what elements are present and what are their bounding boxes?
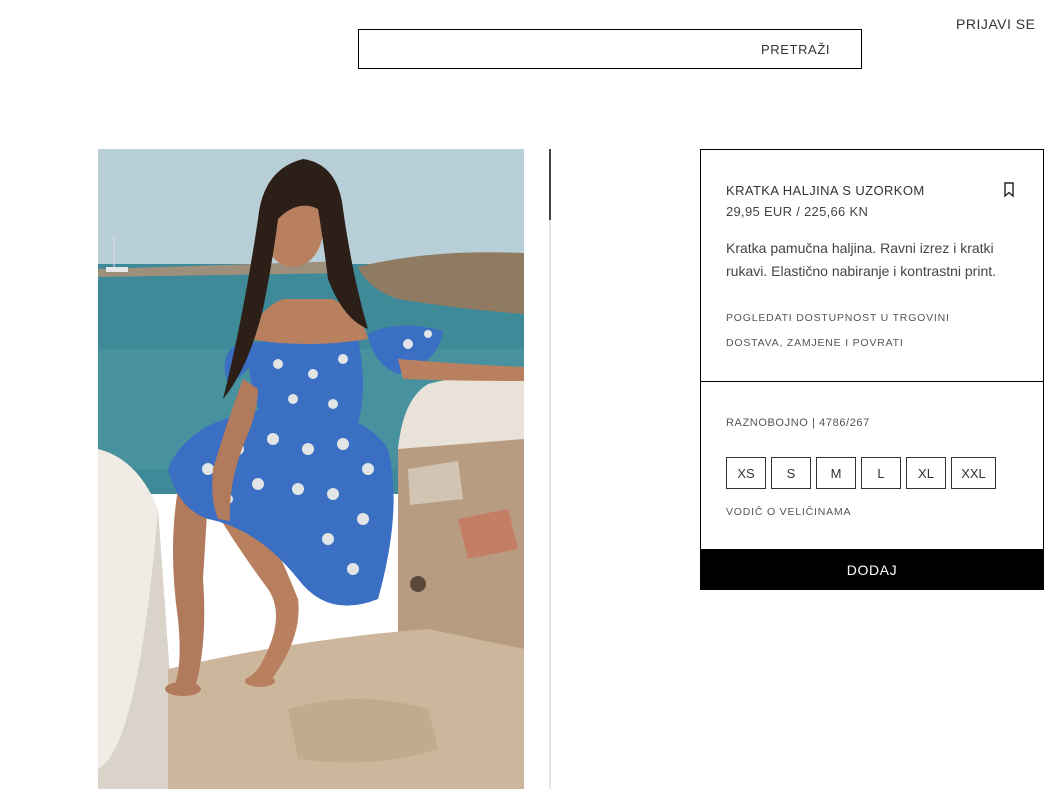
store-availability-link[interactable]: POGLEDATI DOSTUPNOST U TRGOVINI bbox=[726, 312, 950, 324]
image-scrollbar[interactable] bbox=[549, 149, 551, 789]
size-button-xl[interactable]: XL bbox=[906, 457, 946, 489]
size-button-m[interactable]: M bbox=[816, 457, 856, 489]
search-label: PRETRAŽI bbox=[761, 42, 831, 57]
size-button-xs[interactable]: XS bbox=[726, 457, 766, 489]
size-panel: RAZNOBOJNO | 4786/267 XS S M L XL XXL VO… bbox=[700, 381, 1044, 550]
size-button-xxl[interactable]: XXL bbox=[951, 457, 996, 489]
size-button-s[interactable]: S bbox=[771, 457, 811, 489]
product-info-panel: KRATKA HALJINA S UZORKOM 29,95 EUR / 225… bbox=[700, 149, 1044, 382]
add-to-cart-button[interactable]: DODAJ bbox=[700, 549, 1044, 590]
login-link[interactable]: PRIJAVI SE bbox=[956, 16, 1035, 32]
search-bar[interactable]: PRETRAŽI bbox=[358, 29, 862, 69]
product-price: 29,95 EUR / 225,66 KN bbox=[726, 204, 869, 219]
product-image[interactable] bbox=[98, 149, 524, 789]
product-description: Kratka pamučna haljina. Ravni izrez i kr… bbox=[726, 240, 997, 279]
bookmark-icon[interactable] bbox=[1003, 182, 1015, 198]
color-reference: RAZNOBOJNO | 4786/267 bbox=[726, 417, 870, 429]
size-selector: XS S M L XL XXL bbox=[726, 457, 996, 489]
shipping-returns-link[interactable]: DOSTAVA, ZAMJENE I POVRATI bbox=[726, 337, 904, 349]
image-scrollbar-thumb[interactable] bbox=[549, 149, 551, 220]
size-guide-link[interactable]: VODIČ O VELIČINAMA bbox=[726, 506, 851, 518]
size-button-l[interactable]: L bbox=[861, 457, 901, 489]
product-photo bbox=[98, 149, 524, 789]
product-title: KRATKA HALJINA S UZORKOM bbox=[726, 183, 925, 198]
